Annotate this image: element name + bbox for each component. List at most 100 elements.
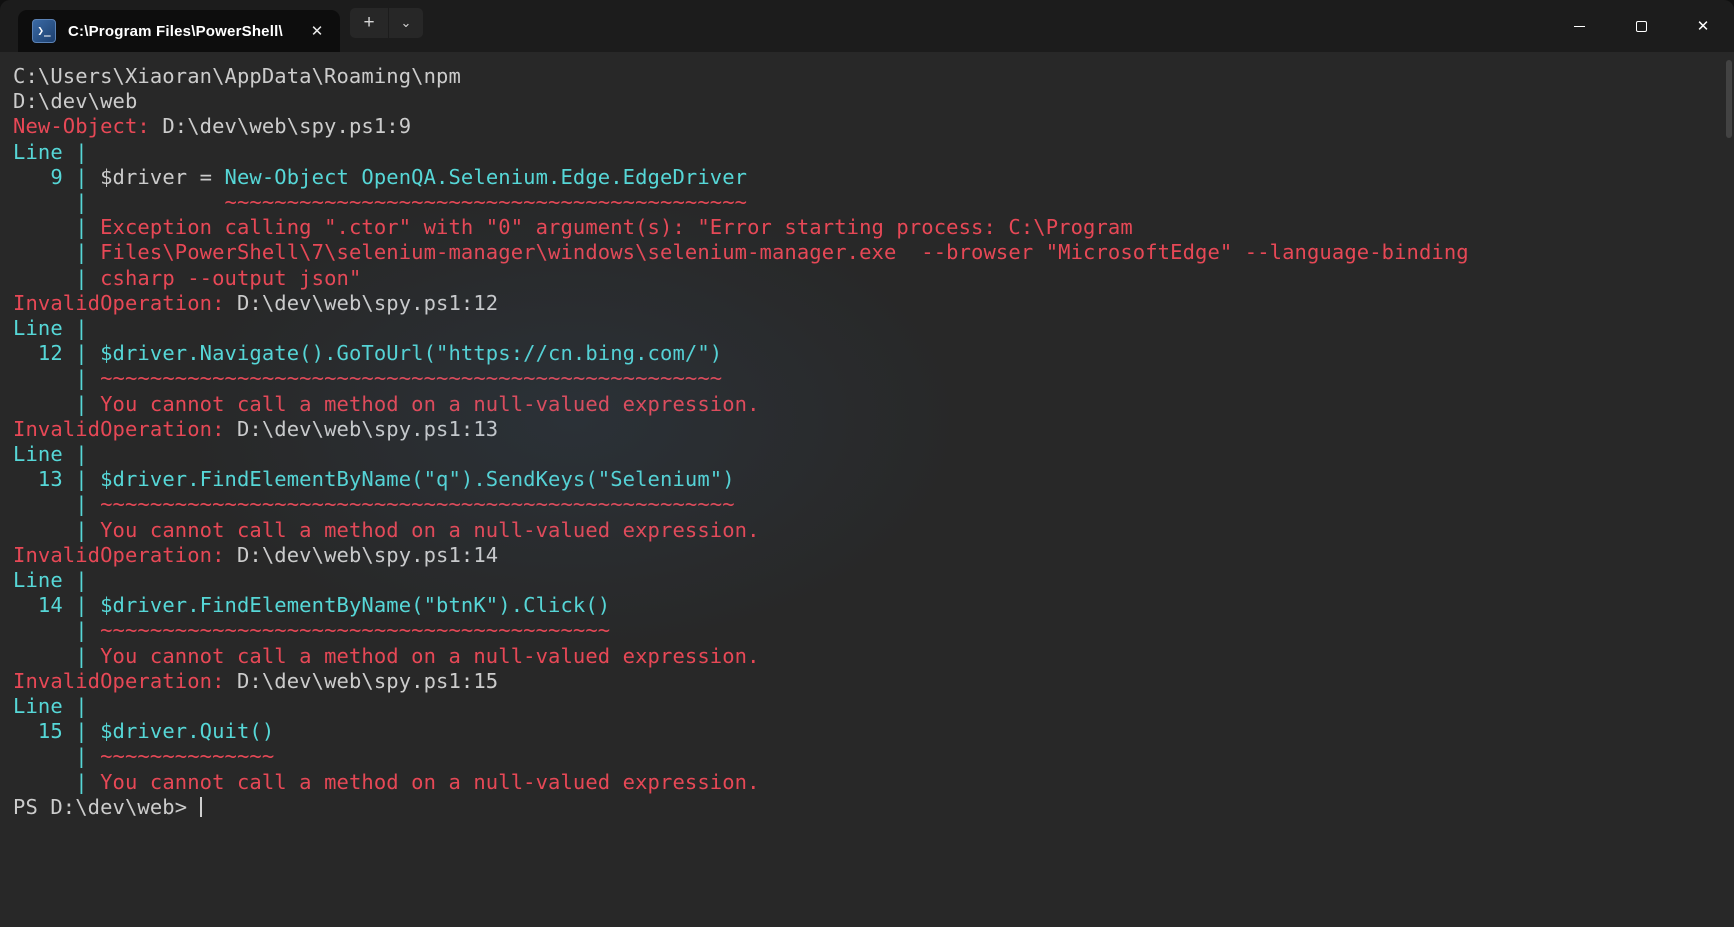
terminal-text-segment: | — [13, 492, 100, 516]
minimize-icon — [1574, 26, 1585, 27]
terminal-text-segment: | — [13, 518, 100, 542]
maximize-button[interactable] — [1610, 0, 1672, 52]
scrollbar-thumb[interactable] — [1726, 60, 1732, 138]
terminal-row: 14 | $driver.FindElementByName("btnK").C… — [13, 593, 1734, 618]
terminal-row: Line | — [13, 316, 1734, 341]
terminal-text-segment: | — [13, 366, 100, 390]
terminal-output[interactable]: C:\Users\Xiaoran\AppData\Roaming\npmD:\d… — [0, 52, 1734, 927]
terminal-text-segment: ~~~~~~~~~~~~~~~~~~~~~~~~~~~~~~~~~~~~~~~~… — [100, 492, 735, 516]
terminal-text-segment: D:\dev\web — [13, 89, 137, 113]
terminal-text-segment: | — [13, 190, 100, 214]
terminal-text-segment: InvalidOperation: — [13, 417, 237, 441]
terminal-row: | csharp --output json" — [13, 266, 1734, 291]
close-button[interactable]: ✕ — [1672, 0, 1734, 52]
terminal-row: New-Object: D:\dev\web\spy.ps1:9 — [13, 114, 1734, 139]
terminal-text-segment: ~~~~~~~~~~~~~~~~~~~~~~~~~~~~~~~~~~~~~~~~… — [100, 366, 722, 390]
terminal-text-segment: $driver.FindElementByName("btnK").Click(… — [100, 593, 610, 617]
terminal-row: Line | — [13, 140, 1734, 165]
terminal-text-segment: ~~~~~~~~~~~~~~~~~~~~~~~~~~~~~~~~~~~~~~~~… — [100, 190, 747, 214]
terminal-row: 15 | $driver.Quit() — [13, 719, 1734, 744]
terminal-text-segment: You cannot call a method on a null-value… — [100, 518, 759, 542]
tab-dropdown-button[interactable]: ⌄ — [389, 8, 423, 38]
terminal-row: | ~~~~~~~~~~~~~~ — [13, 744, 1734, 769]
terminal-text-segment: | — [13, 770, 100, 794]
terminal-text-segment: | — [13, 266, 100, 290]
terminal-row: C:\Users\Xiaoran\AppData\Roaming\npm — [13, 64, 1734, 89]
terminal-text-segment: Line | — [13, 568, 100, 592]
terminal-text-segment: ~~~~~~~~~~~~~~~~~~~~~~~~~~~~~~~~~~~~~~~~… — [100, 618, 610, 642]
terminal-row: | Files\PowerShell\7\selenium-manager\wi… — [13, 240, 1734, 265]
terminal-text-segment: D:\dev\web\spy.ps1:12 — [237, 291, 498, 315]
terminal-row: InvalidOperation: D:\dev\web\spy.ps1:14 — [13, 543, 1734, 568]
terminal-text-segment: | — [13, 618, 100, 642]
maximize-icon — [1636, 21, 1647, 32]
terminal-text-segment: Line | — [13, 694, 100, 718]
terminal-text-segment: $driver = — [100, 165, 224, 189]
terminal-row: D:\dev\web — [13, 89, 1734, 114]
terminal-text-segment: PS D:\dev\web> — [13, 795, 200, 819]
close-icon: ✕ — [1697, 19, 1710, 34]
terminal-text-segment: You cannot call a method on a null-value… — [100, 644, 759, 668]
tab-title: C:\Program Files\PowerShell\ — [68, 23, 304, 40]
terminal-row: | You cannot call a method on a null-val… — [13, 518, 1734, 543]
new-tab-button[interactable]: + — [350, 8, 388, 38]
terminal-text-segment: D:\dev\web\spy.ps1:13 — [237, 417, 498, 441]
titlebar[interactable]: ❯_ C:\Program Files\PowerShell\ ✕ + ⌄ ✕ — [0, 0, 1734, 52]
terminal-text-segment: InvalidOperation: — [13, 669, 237, 693]
terminal-text-segment: | — [13, 240, 100, 264]
tab-powershell[interactable]: ❯_ C:\Program Files\PowerShell\ ✕ — [18, 10, 340, 52]
terminal-row: InvalidOperation: D:\dev\web\spy.ps1:13 — [13, 417, 1734, 442]
terminal-text-segment: D:\dev\web\spy.ps1:9 — [162, 114, 411, 138]
terminal-text-segment: Exception calling ".ctor" with "0" argum… — [100, 215, 1133, 239]
terminal-cursor — [200, 797, 202, 817]
terminal-row: 9 | $driver = New-Object OpenQA.Selenium… — [13, 165, 1734, 190]
terminal-text-segment: | — [13, 744, 100, 768]
tab-close-icon[interactable]: ✕ — [304, 18, 330, 44]
terminal-row: InvalidOperation: D:\dev\web\spy.ps1:15 — [13, 669, 1734, 694]
terminal-text-segment: New-Object OpenQA.Selenium.Edge.EdgeDriv… — [225, 165, 748, 189]
terminal-text-segment: csharp --output json" — [100, 266, 361, 290]
terminal-text-segment: $driver.FindElementByName("q").SendKeys(… — [100, 467, 735, 491]
terminal-text-segment: Line | — [13, 140, 100, 164]
terminal-text-segment: Line | — [13, 316, 100, 340]
terminal-row: | Exception calling ".ctor" with "0" arg… — [13, 215, 1734, 240]
terminal-text-segment: 14 | — [13, 593, 100, 617]
terminal-row: PS D:\dev\web> — [13, 795, 1734, 820]
terminal-text-segment: InvalidOperation: — [13, 543, 237, 567]
terminal-text-segment: $driver.Quit() — [100, 719, 274, 743]
terminal-row: | You cannot call a method on a null-val… — [13, 644, 1734, 669]
terminal-row: | ~~~~~~~~~~~~~~~~~~~~~~~~~~~~~~~~~~~~~~… — [13, 190, 1734, 215]
terminal-text-segment: | — [13, 644, 100, 668]
powershell-icon: ❯_ — [32, 19, 56, 43]
terminal-row: | You cannot call a method on a null-val… — [13, 392, 1734, 417]
terminal-text-segment: D:\dev\web\spy.ps1:14 — [237, 543, 498, 567]
terminal-row: InvalidOperation: D:\dev\web\spy.ps1:12 — [13, 291, 1734, 316]
terminal-text-segment: $driver.Navigate().GoToUrl("https://cn.b… — [100, 341, 722, 365]
terminal-row: Line | — [13, 694, 1734, 719]
terminal-text-segment: InvalidOperation: — [13, 291, 237, 315]
terminal-text-segment: You cannot call a method on a null-value… — [100, 392, 759, 416]
terminal-text-segment: 15 | — [13, 719, 100, 743]
terminal-text-segment: | — [13, 392, 100, 416]
minimize-button[interactable] — [1548, 0, 1610, 52]
terminal-text-segment: | — [13, 215, 100, 239]
terminal-row: | ~~~~~~~~~~~~~~~~~~~~~~~~~~~~~~~~~~~~~~… — [13, 618, 1734, 643]
terminal-text-segment: You cannot call a method on a null-value… — [100, 770, 759, 794]
terminal-text-segment: 9 | — [13, 165, 100, 189]
terminal-row: | ~~~~~~~~~~~~~~~~~~~~~~~~~~~~~~~~~~~~~~… — [13, 366, 1734, 391]
terminal-text-segment: ~~~~~~~~~~~~~~ — [100, 744, 274, 768]
terminal-row: Line | — [13, 442, 1734, 467]
terminal-row: | You cannot call a method on a null-val… — [13, 770, 1734, 795]
terminal-text-segment: 13 | — [13, 467, 100, 491]
terminal-text-segment: 12 | — [13, 341, 100, 365]
terminal-row: 12 | $driver.Navigate().GoToUrl("https:/… — [13, 341, 1734, 366]
terminal-text-segment: Files\PowerShell\7\selenium-manager\wind… — [100, 240, 1469, 264]
terminal-text-segment: Line | — [13, 442, 100, 466]
terminal-window: ❯_ C:\Program Files\PowerShell\ ✕ + ⌄ ✕ … — [0, 0, 1734, 927]
terminal-text-segment: C:\Users\Xiaoran\AppData\Roaming\npm — [13, 64, 461, 88]
terminal-row: | ~~~~~~~~~~~~~~~~~~~~~~~~~~~~~~~~~~~~~~… — [13, 492, 1734, 517]
terminal-row: Line | — [13, 568, 1734, 593]
terminal-text-segment: New-Object: — [13, 114, 162, 138]
terminal-text-segment: D:\dev\web\spy.ps1:15 — [237, 669, 498, 693]
terminal-row: 13 | $driver.FindElementByName("q").Send… — [13, 467, 1734, 492]
